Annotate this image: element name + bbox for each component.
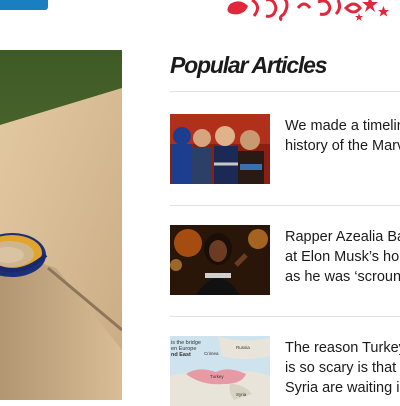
- top-action-button[interactable]: [0, 0, 48, 10]
- divider: [170, 316, 400, 317]
- article-thumbnail[interactable]: [170, 225, 270, 295]
- article-thumbnail[interactable]: is the bridge en Europe nd East Crimea R…: [170, 336, 270, 406]
- article-title[interactable]: Rapper Azealia Ba at Elon Musk’s ho as h…: [285, 227, 400, 287]
- divider: [170, 91, 400, 92]
- popular-articles-heading: Popular Articles: [170, 52, 328, 78]
- map-label: Turkey: [210, 374, 224, 379]
- hero-photo[interactable]: [0, 50, 122, 400]
- map-label: Crimea: [204, 351, 219, 356]
- middle-east-map: is the bridge en Europe nd East Crimea R…: [170, 336, 270, 406]
- divider: [170, 205, 400, 206]
- brand-logo-icon[interactable]: [218, 0, 400, 24]
- map-label: Russia: [236, 345, 250, 350]
- superheroes-photo: [170, 114, 270, 184]
- article-title[interactable]: The reason Turkey is so scary is that Sy…: [285, 338, 400, 398]
- food-bowl-photo: [0, 50, 122, 400]
- article-thumbnail[interactable]: [170, 114, 270, 184]
- rapper-photo: [170, 225, 270, 295]
- map-label: nd East: [171, 352, 191, 358]
- article-title[interactable]: We made a timeline history of the Marv: [285, 116, 400, 156]
- map-label: Syria: [236, 392, 247, 397]
